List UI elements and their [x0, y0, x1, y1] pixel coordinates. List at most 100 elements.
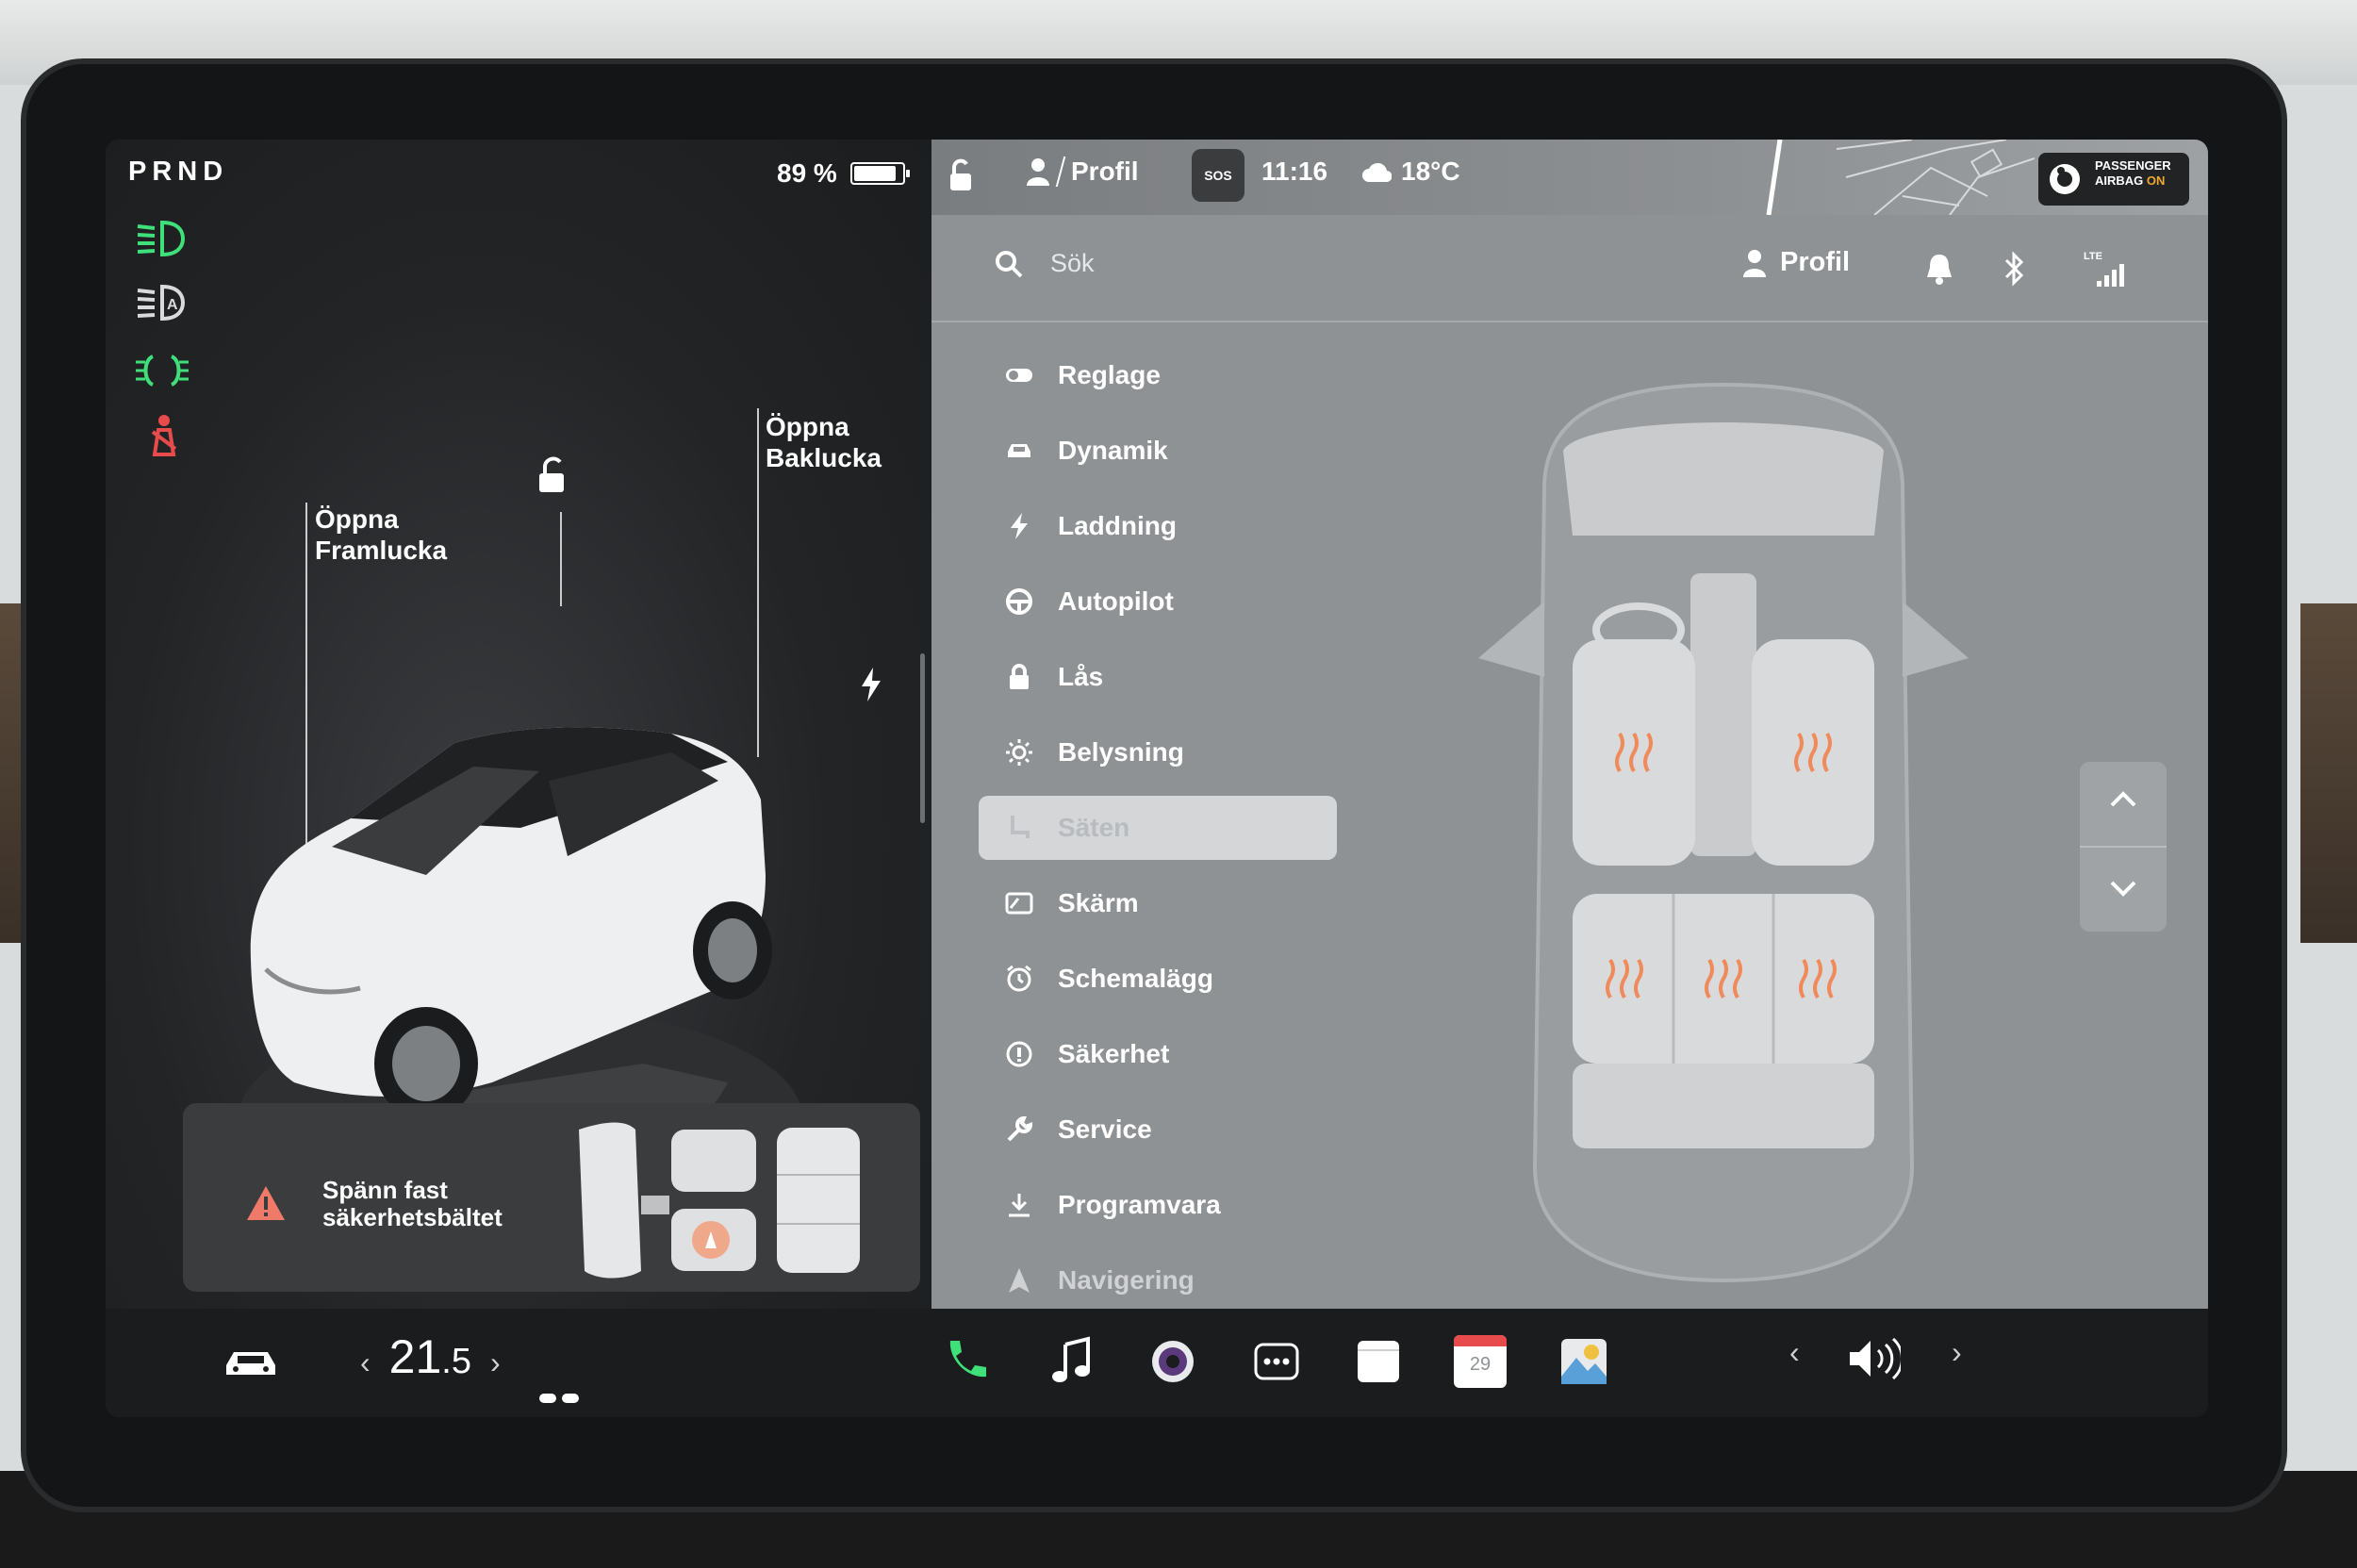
airbag-label-line2: AIRBAG — [2095, 173, 2144, 188]
bluetooth-icon[interactable] — [2003, 251, 2027, 287]
display-icon — [1005, 892, 1033, 915]
menu-label: Navigering — [1058, 1265, 1195, 1295]
seat-occupancy-diagram — [579, 1122, 860, 1279]
signal-bars-icon — [2097, 264, 2124, 287]
seatbelt-alert-card[interactable]: Spänn fast säkerhetsbältet — [183, 1103, 920, 1292]
panel-resize-handle[interactable] — [920, 653, 925, 823]
menu-label: Service — [1058, 1114, 1152, 1144]
cloud-icon — [1362, 162, 1392, 182]
chevron-up-icon[interactable] — [2108, 790, 2138, 809]
settings-menu: Reglage Dynamik Laddning Autopilot Lås B… — [979, 338, 1337, 1318]
menu-label: Laddning — [1058, 511, 1177, 540]
gallery-icon[interactable] — [1558, 1335, 1610, 1388]
menu-item-sakerhet[interactable]: Säkerhet — [979, 1016, 1309, 1092]
menu-item-laddning[interactable]: Laddning — [979, 488, 1309, 564]
sos-label: SOS — [1204, 168, 1232, 183]
menu-label: Autopilot — [1058, 586, 1174, 616]
settings-panel: Sök Profil LTE Reglage Dynamik Laddning … — [931, 215, 2208, 1309]
warning-triangle-icon — [247, 1186, 285, 1220]
menu-item-autopilot[interactable]: Autopilot — [979, 564, 1309, 639]
profile-button[interactable]: Profil — [1742, 247, 1850, 278]
search-input[interactable]: Sök — [1050, 249, 1095, 278]
open-trunk-button[interactable]: Öppna Baklucka — [766, 411, 882, 473]
person-icon — [1027, 158, 1049, 186]
weather-indicator: 18°C — [1361, 157, 1460, 187]
profile-button-top[interactable]: Profil — [1026, 157, 1139, 187]
unlock-icon[interactable] — [532, 454, 569, 496]
phone-icon[interactable] — [939, 1335, 992, 1388]
calendar-header — [1454, 1335, 1507, 1346]
settings-header: Sök Profil LTE — [931, 215, 2208, 322]
volume-increase-icon[interactable]: › — [1952, 1335, 1962, 1370]
bell-icon[interactable] — [1925, 253, 1953, 285]
calendar-day: 29 — [1469, 1354, 1492, 1375]
menu-item-las[interactable]: Lås — [979, 639, 1309, 715]
navigation-icon — [1009, 1268, 1030, 1293]
menu-item-programvara[interactable]: Programvara — [979, 1167, 1309, 1243]
temp-decrease-icon[interactable]: ‹ — [360, 1345, 371, 1380]
more-apps-icon[interactable] — [1250, 1335, 1303, 1388]
lightning-icon — [1011, 513, 1028, 539]
dashboard-wood-right — [2300, 603, 2357, 943]
warning-circle-icon — [1006, 1041, 1032, 1067]
menu-label: Dynamik — [1058, 436, 1168, 465]
touchscreen: PRND 89 % A Öppna Framlucka Öppna Bakluc… — [106, 140, 2208, 1417]
menu-item-reglage[interactable]: Reglage — [979, 338, 1309, 413]
music-note-icon[interactable] — [1045, 1335, 1097, 1388]
person-icon — [1743, 249, 1766, 277]
menu-item-belysning[interactable]: Belysning — [979, 715, 1309, 790]
seat-heater-diagram[interactable] — [1441, 319, 2167, 1309]
arrow-divider — [2080, 846, 2167, 848]
battery-icon — [849, 162, 910, 185]
car-view-panel[interactable]: PRND 89 % A Öppna Framlucka Öppna Bakluc… — [106, 140, 931, 1309]
airbag-label-line1: PASSENGER — [2095, 158, 2171, 173]
menu-item-skarm[interactable]: Skärm — [979, 866, 1309, 941]
airbag-icon — [2050, 164, 2080, 194]
menu-item-saten[interactable]: Säten — [979, 796, 1337, 860]
gear-selector[interactable]: PRND — [128, 157, 228, 188]
profile-label-top: Profil — [1071, 157, 1139, 186]
battery-fill — [853, 166, 897, 181]
parking-lights-icon — [136, 355, 189, 387]
menu-label: Belysning — [1058, 737, 1184, 767]
temp-increase-icon[interactable]: › — [490, 1345, 501, 1380]
volume-decrease-icon[interactable]: ‹ — [1789, 1335, 1800, 1370]
menu-label: Säkerhet — [1058, 1039, 1170, 1068]
menu-item-navigering[interactable]: Navigering — [979, 1243, 1309, 1318]
sos-button[interactable]: SOS — [1192, 149, 1244, 202]
outside-temperature: 18°C — [1401, 157, 1460, 186]
passenger-airbag-status: PASSENGER AIRBAG ON — [2038, 153, 2189, 206]
auto-headlight-icon: A — [137, 284, 186, 322]
headlight-on-icon — [137, 220, 186, 257]
svg-text:A: A — [167, 297, 178, 313]
car-icon — [1008, 444, 1030, 457]
menu-label: Lås — [1058, 662, 1104, 691]
defrost-icon[interactable] — [537, 1390, 581, 1409]
seat-icon — [1011, 816, 1030, 838]
menu-item-service[interactable]: Service — [979, 1092, 1309, 1167]
menu-label: Skärm — [1058, 888, 1139, 917]
car-controls-icon[interactable] — [223, 1345, 279, 1382]
steering-wheel-icon — [1006, 588, 1032, 615]
seat-scroll-control — [2080, 762, 2167, 932]
menu-label: Reglage — [1058, 360, 1161, 389]
profile-label: Profil — [1780, 247, 1851, 277]
mini-map[interactable] — [1761, 140, 2035, 215]
camera-icon[interactable] — [1146, 1335, 1199, 1388]
open-frunk-button[interactable]: Öppna Framlucka — [315, 503, 447, 566]
unlock-status-icon[interactable] — [945, 158, 977, 194]
menu-item-schemalagg[interactable]: Schemalägg — [979, 941, 1309, 1016]
menu-item-dynamik[interactable]: Dynamik — [979, 413, 1309, 488]
battery-indicator: 89 % — [777, 158, 910, 189]
chevron-down-icon[interactable] — [2108, 879, 2138, 898]
search-icon[interactable] — [994, 249, 1024, 279]
airbag-state: ON — [2146, 173, 2166, 188]
climate-temperature[interactable]: ‹ 21.5 › — [360, 1329, 501, 1384]
toybox-icon[interactable] — [1352, 1335, 1405, 1388]
clock: 11:16 — [1261, 157, 1328, 186]
download-icon — [1009, 1194, 1030, 1217]
temp-whole: 21 — [388, 1330, 442, 1383]
seatbelt-alert-text: Spänn fast säkerhetsbältet — [322, 1176, 503, 1231]
calendar-icon[interactable]: 29 — [1454, 1335, 1507, 1388]
volume-icon[interactable] — [1846, 1337, 1901, 1380]
